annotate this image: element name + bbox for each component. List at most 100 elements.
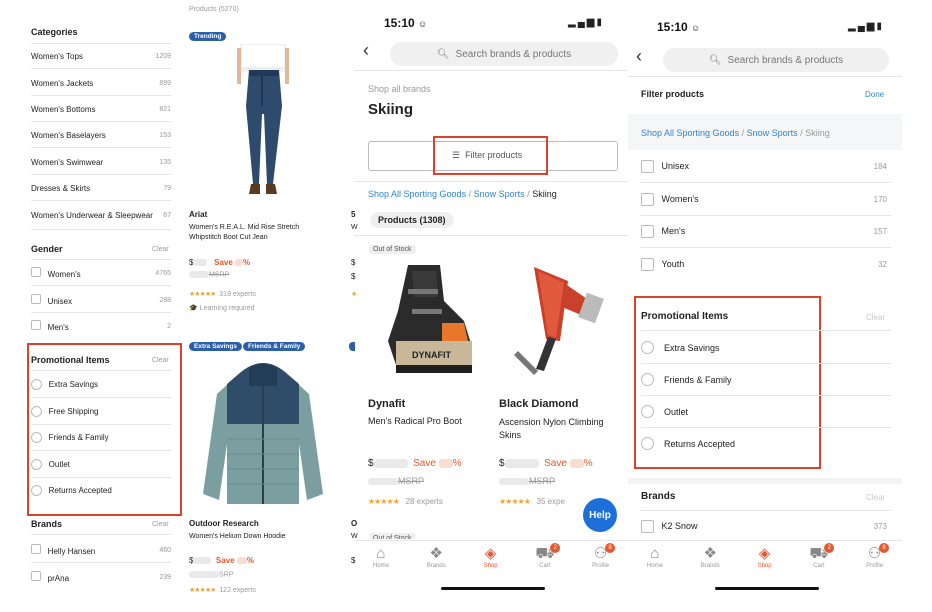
breadcrumb-link[interactable]: Snow Sports [474,189,525,199]
gender-option[interactable]: Unisex 184 [641,160,887,173]
promo-clear-button[interactable]: Clear [866,313,885,322]
category-item[interactable]: Women's Underwear & Sleepwear 67 [31,211,171,220]
product-image-jeans[interactable] [189,43,337,196]
checkbox[interactable] [31,544,41,554]
radio[interactable] [641,437,654,450]
promo-option[interactable]: Friends & Family [641,373,732,386]
signal-icon: ▂▄▆ [568,17,597,28]
nav-brands[interactable]: ❖ Brands [701,545,720,569]
radio[interactable] [641,405,654,418]
help-button[interactable]: Help [583,498,617,532]
brand-option[interactable]: Helly Hansen 460 [31,544,171,556]
checkbox[interactable] [641,225,654,238]
product-image-ski-boot[interactable]: DYNAFIT [368,261,488,381]
nav-shop[interactable]: ◈ Shop [758,545,772,569]
gender-clear-button[interactable]: Clear [152,246,169,253]
promo-option[interactable]: Extra Savings [641,341,720,354]
promo-option[interactable]: Extra Savings [31,379,171,390]
filter-sliders-icon: ☰ [452,150,461,160]
product-rating: ★★★★★ 28 experts [368,497,443,506]
category-item[interactable]: Women's Swimwear 135 [31,158,171,167]
checkbox[interactable] [641,160,654,173]
checkbox[interactable] [641,520,654,533]
checkbox[interactable] [641,258,654,271]
status-time: 15:10 ☺ [657,20,701,34]
radio[interactable] [31,459,42,470]
checkbox[interactable] [31,267,41,277]
back-chevron-icon[interactable]: ‹ [363,40,369,61]
checkbox[interactable] [31,571,41,581]
product-image-climbing-skins[interactable] [498,261,618,381]
radio[interactable] [641,373,654,386]
cutoff-text: $ [351,272,356,281]
category-item[interactable]: Women's Baselayers 153 [31,131,171,140]
product-brand: Dynafit [368,398,406,410]
gender-option[interactable]: Youth 32 [641,258,887,271]
trending-badge: Trending [189,32,227,41]
nav-cart[interactable]: ⛟ Cart 2 [809,543,835,569]
brands-icon: ❖ [429,545,443,562]
product-image-jacket[interactable] [189,354,337,512]
nav-shop[interactable]: ◈ Shop [484,545,498,569]
category-item[interactable]: Women's Bottoms 821 [31,105,171,114]
promo-clear-button[interactable]: Clear [152,357,169,364]
promo-option[interactable]: Free Shipping [31,406,171,417]
out-of-stock-badge: Out of Stock [369,245,416,254]
radio[interactable] [31,406,42,417]
category-item[interactable]: Dresses & Skirts 79 [31,184,171,193]
cutoff-text: ★ [351,291,357,298]
category-item[interactable]: Women's Tops 1209 [31,52,171,61]
categories-title: Categories [31,27,78,37]
brands-clear-button[interactable]: Clear [152,521,169,528]
product-name[interactable]: Women's R.E.A.L. Mid Rise Stretch Whipst… [189,223,319,243]
nav-cart[interactable]: ⛟ Cart 2 [535,543,561,569]
checkbox[interactable] [31,294,41,304]
brands-clear-button[interactable]: Clear [866,493,885,502]
breadcrumb-link[interactable]: Shop All Sporting Goods [641,128,739,138]
promo-option[interactable]: Outlet [641,405,688,418]
promo-option[interactable]: Returns Accepted [31,485,171,496]
status-time: 15:10 ☺ [384,16,428,30]
checkbox[interactable] [31,320,41,330]
promo-option[interactable]: Returns Accepted [641,437,735,450]
product-name[interactable]: Women's Helium Down Hoodie [189,533,286,540]
gender-option[interactable]: Unisex 288 [31,294,171,306]
tag-icon: ◈ [484,545,497,562]
breadcrumb-link[interactable]: Snow Sports [747,128,798,138]
category-item[interactable]: Women's Jackets 899 [31,79,171,88]
brand-option[interactable]: prAna 239 [31,571,171,583]
done-button[interactable]: Done [865,90,884,99]
search-input[interactable]: 🔍︎ Search brands & products [390,42,618,66]
breadcrumb-link[interactable]: Shop All Sporting Goods [368,189,466,199]
radio[interactable] [641,341,654,354]
shop-all-brands-link[interactable]: Shop all brands [368,84,431,94]
gender-option[interactable]: Men's 157 [641,225,887,238]
brand-option[interactable]: K2 Snow 373 [641,520,887,533]
nav-home[interactable]: ⌂ Home [373,545,389,569]
friends-family-badge: Friends & Family [243,342,306,351]
product-name[interactable]: Men's Radical Pro Boot [368,416,462,426]
gender-option[interactable]: Women's 4765 [31,267,171,279]
out-of-stock-badge: Out of Stock [369,533,416,539]
gender-option[interactable]: Women's 170 [641,193,887,206]
product-name[interactable]: Ascension Nylon Climbing Skins [499,416,617,442]
gender-option[interactable]: Men's 2 [31,320,171,332]
tag-icon: ◈ [758,545,771,562]
nav-profile[interactable]: ⚇ Profile 8 [592,543,616,569]
back-chevron-icon[interactable]: ‹ [636,46,642,67]
nav-profile[interactable]: ⚇ Profile 8 [866,543,890,569]
home-icon: ⌂ [650,545,660,562]
checkbox[interactable] [641,193,654,206]
filter-label[interactable]: ☰ Filter products [452,150,522,161]
radio[interactable] [31,432,42,443]
products-count-label: Products (5270) [189,6,239,13]
promo-option[interactable]: Outlet [31,459,171,470]
promo-option[interactable]: Friends & Family [31,432,171,443]
status-icons: ▂▄▆▮ [568,17,604,28]
radio[interactable] [31,379,42,390]
search-input[interactable]: 🔍︎ Search brands & products [663,48,889,72]
cutoff-text: W [351,224,358,231]
radio[interactable] [31,485,42,496]
nav-brands[interactable]: ❖ Brands [427,545,446,569]
nav-home[interactable]: ⌂ Home [647,545,663,569]
